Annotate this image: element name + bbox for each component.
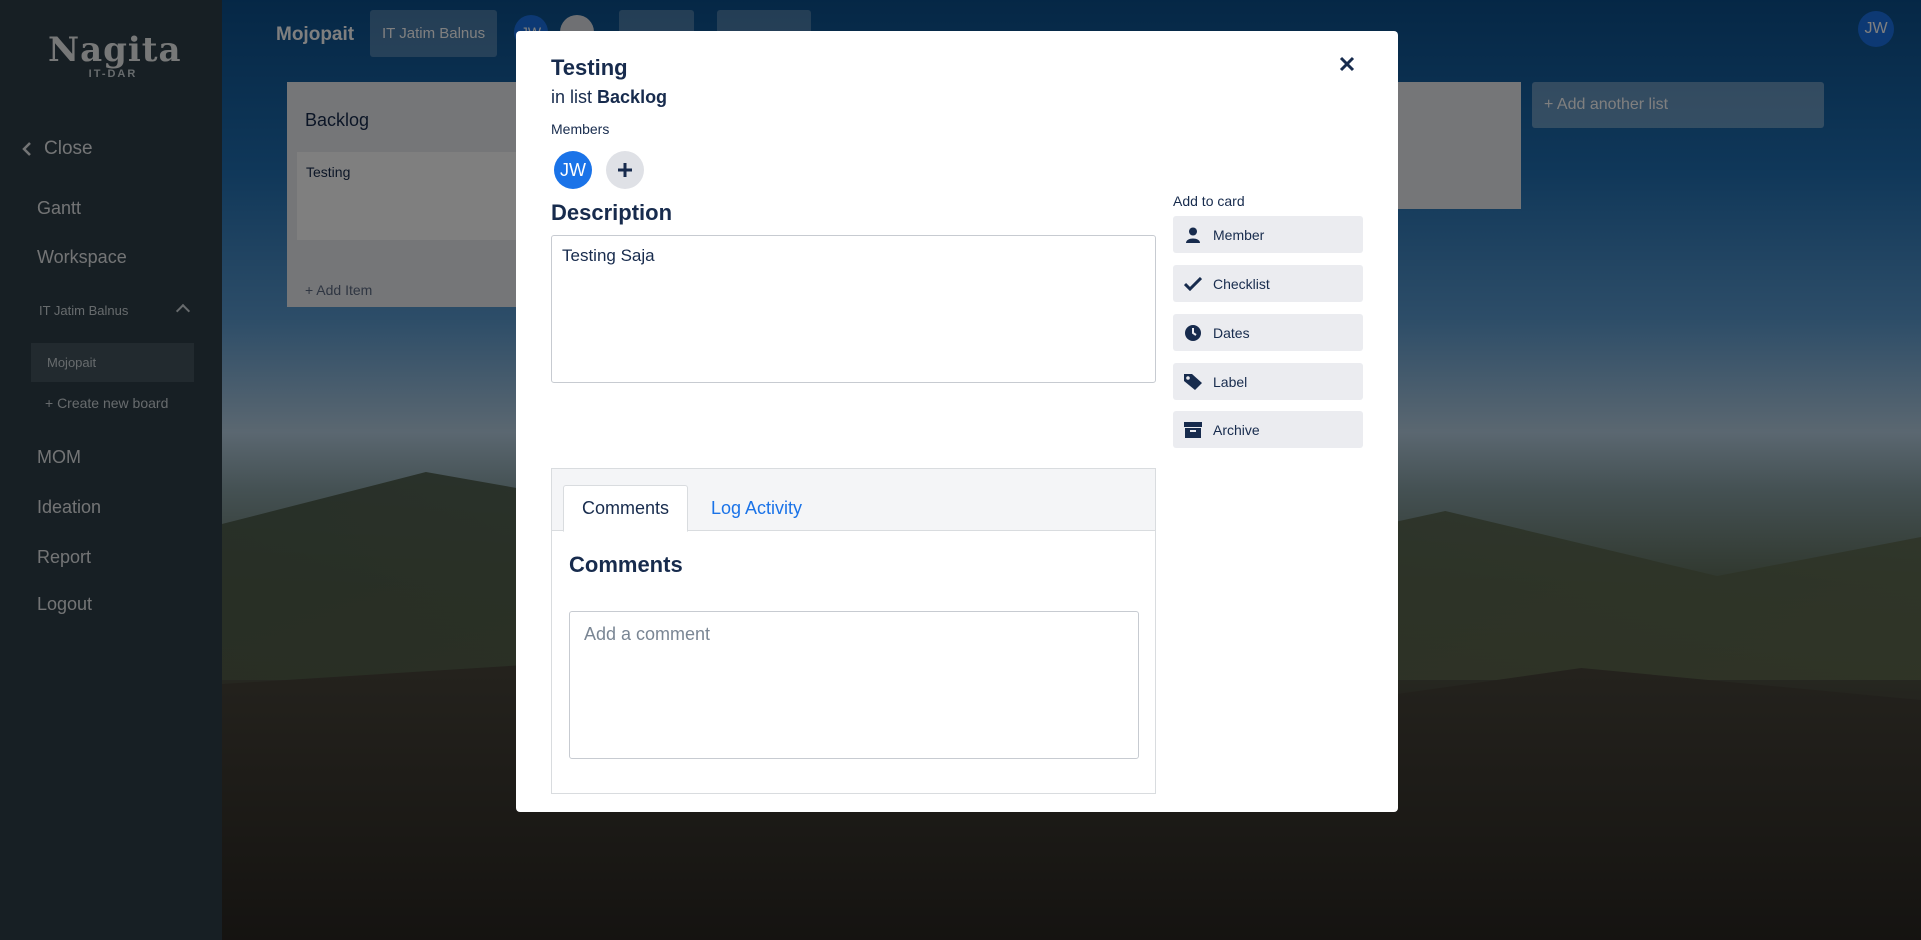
archive-action-button[interactable]: Archive [1173,411,1363,448]
description-title: Description [551,200,673,225]
close-modal-button[interactable] [1332,49,1362,79]
members-label: Members [551,121,610,137]
tag-icon [1173,363,1213,400]
label-action-button[interactable]: Label [1173,363,1363,400]
tab-log-activity[interactable]: Log Activity [693,485,820,531]
member-action-label: Member [1213,226,1265,243]
member-avatar[interactable]: JW [554,151,592,189]
in-list-prefix: in list [551,87,593,107]
checklist-action-label: Checklist [1213,275,1270,292]
card-list-info: in list Backlog [551,87,667,108]
in-list-name: Backlog [597,87,668,107]
card-title: Testing [551,55,628,80]
check-icon [1173,265,1213,302]
archive-action-label: Archive [1213,421,1260,438]
activity-panel: Comments Log Activity Comments [551,468,1156,794]
member-action-button[interactable]: Member [1173,216,1363,253]
dates-action-button[interactable]: Dates [1173,314,1363,351]
label-action-label: Label [1213,373,1248,390]
close-icon [1339,56,1355,72]
archive-icon [1173,411,1213,448]
comments-heading: Comments [569,552,683,577]
add-member-button[interactable] [606,151,644,189]
plus-icon [617,162,633,178]
comment-input[interactable] [569,611,1139,759]
checklist-action-button[interactable]: Checklist [1173,265,1363,302]
card-modal: Testing in list Backlog Members JW Descr… [516,31,1398,812]
clock-icon [1173,314,1213,351]
user-icon [1173,216,1213,253]
dates-action-label: Dates [1213,324,1250,341]
description-field[interactable]: Testing Saja [551,235,1156,383]
add-to-card-label: Add to card [1173,193,1245,209]
tab-comments[interactable]: Comments [563,485,689,532]
